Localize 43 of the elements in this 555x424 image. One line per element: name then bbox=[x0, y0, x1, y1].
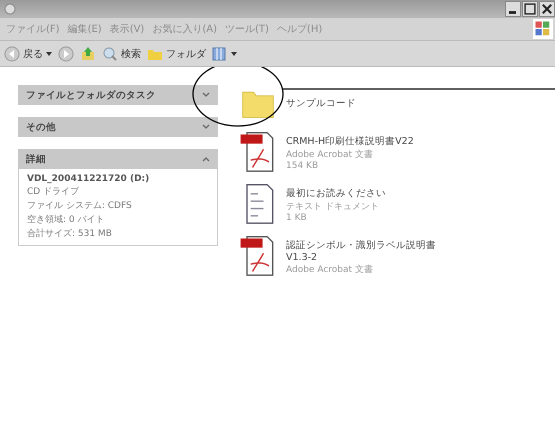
panel-header[interactable]: ファイルとフォルダのタスク bbox=[18, 85, 218, 105]
file-name: 最初にお読みください bbox=[286, 187, 386, 200]
file-type: Adobe Acrobat 文書 bbox=[286, 148, 374, 161]
panel-header[interactable]: その他 bbox=[18, 117, 218, 137]
up-folder-icon bbox=[80, 46, 96, 62]
file-size: 154 KB bbox=[286, 161, 320, 171]
file-name: CRMH-H印刷仕様説明書V22 bbox=[286, 135, 414, 148]
windows-logo-icon bbox=[533, 19, 553, 39]
folders-button[interactable]: フォルダ bbox=[147, 46, 206, 62]
caret-icon bbox=[231, 52, 237, 56]
search-button[interactable]: 検索 bbox=[102, 46, 141, 62]
detail-text: 合計サイズ: 531 MB bbox=[27, 228, 113, 240]
file-item[interactable]: 最初にお読みください テキスト ドキュメント 1 KB bbox=[238, 181, 436, 225]
views-icon bbox=[212, 46, 228, 62]
file-type: Adobe Acrobat 文書 bbox=[286, 264, 374, 276]
file-name: 認証シンボル・識別ラベル説明書 bbox=[286, 239, 436, 252]
panel-header[interactable]: 詳細 bbox=[18, 149, 218, 169]
file-size: 1 KB bbox=[286, 213, 308, 223]
file-item[interactable]: CRMH-H印刷仕様説明書V22 Adobe Acrobat 文書 154 KB bbox=[238, 129, 436, 173]
panel-title: ファイルとフォルダのタスク bbox=[26, 88, 156, 102]
views-button[interactable] bbox=[212, 46, 237, 62]
panel-title: その他 bbox=[26, 120, 56, 134]
minimize-button[interactable] bbox=[505, 1, 521, 17]
maximize-icon bbox=[523, 2, 537, 16]
detail-text: CD ドライブ bbox=[27, 186, 80, 198]
detail-text: ファイル システム: CDFS bbox=[27, 200, 133, 212]
detail-text: 空き領域: 0 バイト bbox=[27, 214, 106, 226]
close-icon bbox=[540, 2, 554, 16]
file-type: テキスト ドキュメント bbox=[286, 201, 380, 213]
panel-title: 詳細 bbox=[26, 152, 46, 166]
file-item[interactable]: サンプルコード bbox=[238, 85, 436, 121]
forward-button[interactable] bbox=[58, 46, 74, 62]
minimize-icon bbox=[509, 11, 516, 14]
caret-icon bbox=[46, 52, 52, 56]
search-icon bbox=[102, 46, 118, 62]
window-icon bbox=[4, 3, 16, 15]
file-item[interactable]: 認証シンボル・識別ラベル説明書 V1.3-2 Adobe Acrobat 文書 bbox=[238, 233, 436, 277]
detail-text: VDL_200411221720 (D:) bbox=[27, 174, 150, 184]
maximize-button[interactable] bbox=[522, 1, 538, 17]
close-button[interactable] bbox=[539, 1, 555, 17]
file-name: サンプルコード bbox=[286, 97, 356, 110]
file-name: V1.3-2 bbox=[286, 252, 318, 263]
back-button[interactable]: 戻る bbox=[4, 46, 52, 62]
